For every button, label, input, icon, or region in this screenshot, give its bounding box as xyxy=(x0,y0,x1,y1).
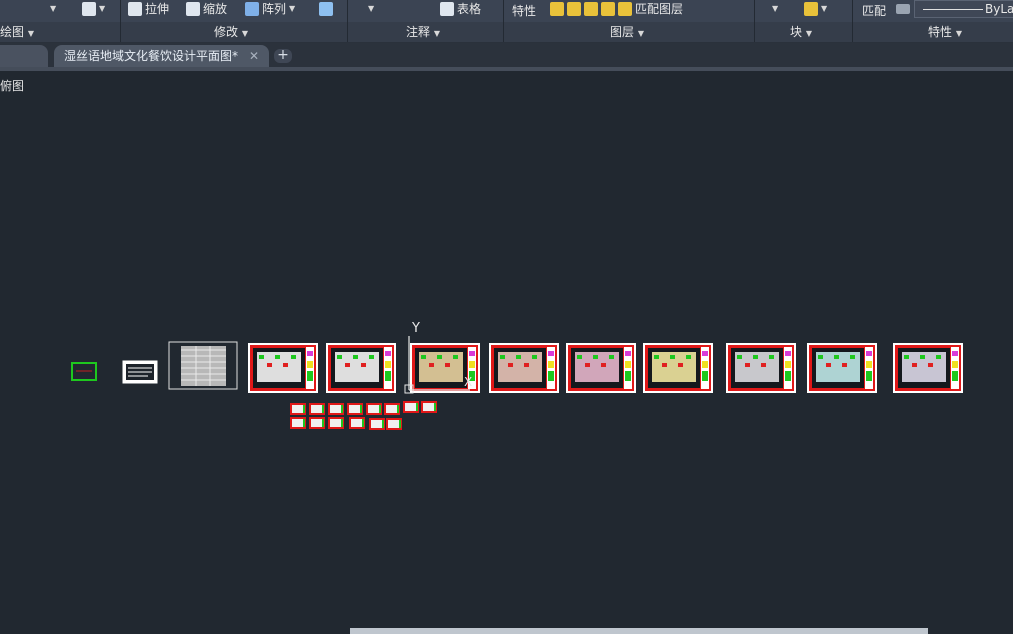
detail-thumbnail[interactable] xyxy=(290,417,306,429)
floor-plan-sheet[interactable] xyxy=(726,343,796,393)
floor-plan-sheet[interactable] xyxy=(248,343,318,393)
status-tooltip-bar xyxy=(350,628,928,634)
detail-thumbnail[interactable] xyxy=(386,418,402,430)
floor-plan-sheet[interactable] xyxy=(893,343,963,393)
drawing-canvas[interactable]: Y X xyxy=(0,0,1013,634)
detail-thumbnail[interactable] xyxy=(309,403,325,415)
detail-thumbnail[interactable] xyxy=(369,418,385,430)
detail-thumbnail[interactable] xyxy=(403,401,419,413)
detail-thumbnail[interactable] xyxy=(328,417,344,429)
detail-thumbnail[interactable] xyxy=(290,403,306,415)
detail-thumbnail[interactable] xyxy=(309,417,325,429)
floor-plan-sheet[interactable] xyxy=(643,343,713,393)
detail-thumbnails xyxy=(290,401,437,430)
ucs-y-label: Y xyxy=(411,321,420,336)
detail-thumbnail[interactable] xyxy=(421,401,437,413)
detail-thumbnail[interactable] xyxy=(328,403,344,415)
detail-thumbnail[interactable] xyxy=(349,417,365,429)
detail-thumbnail[interactable] xyxy=(384,403,400,415)
floor-plan-sheet[interactable] xyxy=(807,343,877,393)
floor-plan-sheet[interactable] xyxy=(326,343,396,393)
table-sheet[interactable] xyxy=(168,341,238,390)
detail-thumbnail[interactable] xyxy=(347,403,363,415)
legend-sheet[interactable] xyxy=(122,360,158,384)
detail-thumbnail[interactable] xyxy=(366,403,382,415)
floor-plan-sheet[interactable] xyxy=(489,343,559,393)
floor-plan-sheet[interactable] xyxy=(566,343,636,393)
ucs-x-label: X xyxy=(464,375,472,389)
floor-plan-sheets xyxy=(248,343,963,393)
